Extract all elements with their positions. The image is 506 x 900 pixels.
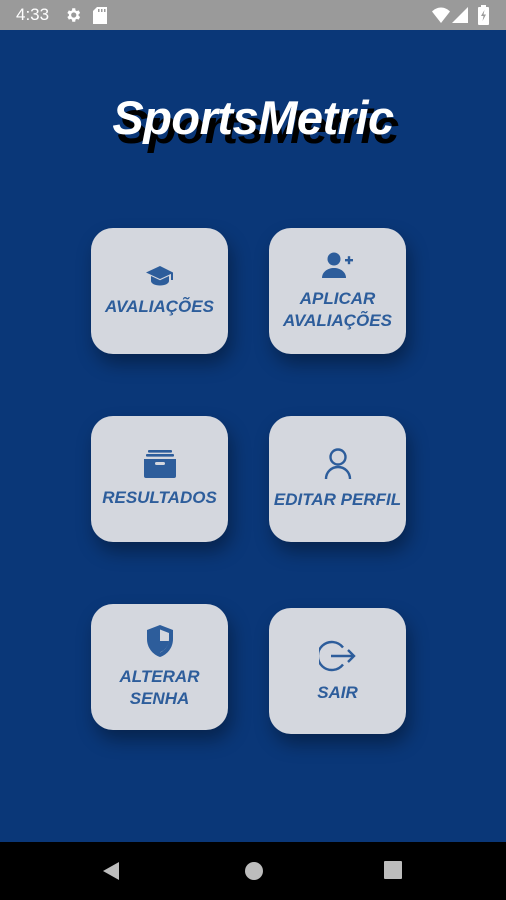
tile-label: SAIR	[317, 682, 358, 702]
tile-label: ALTERAR SENHA	[119, 666, 200, 708]
recents-icon[interactable]	[384, 861, 402, 884]
tile-label: AVALIAÇÕES	[105, 296, 214, 316]
archive-box-icon	[143, 449, 177, 483]
logout-icon	[316, 639, 357, 678]
tile-resultados[interactable]: RESULTADOS	[91, 416, 228, 542]
home-icon[interactable]	[244, 861, 264, 886]
sd-card-icon	[93, 7, 107, 29]
navigation-bar	[0, 842, 506, 900]
back-icon[interactable]	[101, 861, 121, 886]
tile-label: APLICAR AVALIAÇÕES	[283, 288, 392, 330]
tile-sair[interactable]: SAIR	[269, 608, 406, 734]
app-title: SportsMetric	[112, 91, 394, 144]
tile-label: RESULTADOS	[102, 487, 217, 507]
status-time: 4:33	[16, 5, 50, 24]
wifi-icon	[432, 7, 450, 28]
add-user-icon	[321, 251, 354, 284]
home-screen: SportsMetric AVALIAÇÕES APLICAR AVALIAÇÕ…	[0, 30, 506, 842]
user-outline-icon	[324, 447, 352, 485]
signal-icon	[452, 7, 468, 28]
gear-icon	[64, 6, 82, 29]
shield-icon	[146, 624, 173, 662]
tile-aplicar-avaliacoes[interactable]: APLICAR AVALIAÇÕES	[269, 228, 406, 354]
tile-alterar-senha[interactable]: ALTERAR SENHA	[91, 604, 228, 730]
status-bar: 4:33	[0, 0, 506, 30]
graduation-cap-icon	[145, 265, 174, 292]
tile-editar-perfil[interactable]: EDITAR PERFIL	[269, 416, 406, 542]
tile-avaliacoes[interactable]: AVALIAÇÕES	[91, 228, 228, 354]
tile-label: EDITAR PERFIL	[273, 489, 402, 509]
battery-icon	[478, 5, 489, 30]
